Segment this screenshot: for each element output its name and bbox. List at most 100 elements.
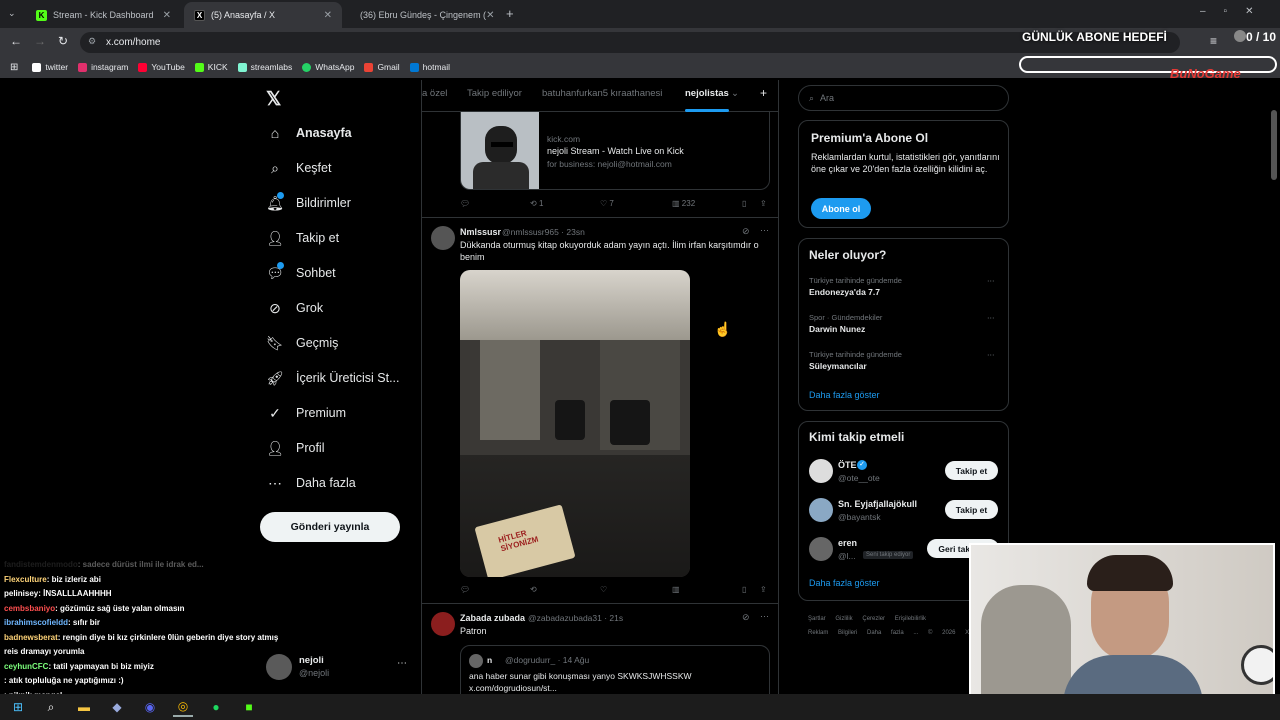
post-text: Patron — [460, 626, 487, 636]
chevron-down-icon[interactable]: ⌄ — [731, 88, 739, 99]
trends-show-more[interactable]: Daha fazla göster — [809, 390, 880, 400]
avatar[interactable] — [431, 612, 455, 636]
close-icon[interactable]: ✕ — [163, 10, 171, 21]
link-card[interactable]: kick.com nejoli Stream - Watch Live on K… — [460, 112, 770, 190]
nav-home[interactable]: ⌂ Anasayfa — [266, 124, 352, 142]
nav-grok[interactable]: ⊘ Grok — [266, 299, 323, 317]
spotify-icon[interactable]: ● — [206, 697, 226, 717]
tab-list-batuhan[interactable]: batuhanfurkan5 kıraathanesi — [542, 88, 662, 99]
chat-text: : atık topluluğa ne yaptığımızı :) — [4, 676, 124, 685]
reload-icon[interactable]: ↻ — [58, 34, 68, 48]
chat-message: : atık topluluğa ne yaptığımızı :) — [4, 676, 124, 685]
chrome-icon[interactable]: ◎ — [173, 697, 193, 717]
nav-follow[interactable]: 👤︎ Takip et — [266, 229, 339, 247]
post-author-name[interactable]: Nmlssusr — [460, 227, 501, 237]
app-icon[interactable]: ◆ — [107, 697, 127, 717]
site-info-icon[interactable]: ⚙ — [88, 36, 96, 47]
trend-item[interactable]: Süleymancılar — [809, 361, 867, 371]
reply-icon[interactable]: 💬︎ — [460, 585, 470, 594]
bookmark-gmail[interactable]: Gmail — [364, 62, 400, 72]
suggest-name[interactable]: Sn. Eyjafjallajökull — [838, 499, 917, 509]
search-input[interactable]: ⌕ Ara — [798, 85, 1009, 111]
windows-start-icon[interactable]: ⊞ — [8, 697, 28, 717]
retweet-icon[interactable]: ⟲ — [530, 585, 537, 594]
bookmark-whatsapp[interactable]: WhatsApp — [302, 62, 354, 72]
retweet-button[interactable]: ⟲ 1 — [530, 199, 543, 208]
nav-creator-studio[interactable]: 🚀︎ İçerik Üreticisi St... — [266, 369, 399, 387]
nav-premium[interactable]: ✓ Premium — [266, 404, 346, 422]
tab-nejolistas[interactable]: nejolistas — [685, 88, 729, 99]
new-tab-button[interactable]: + — [506, 6, 514, 21]
bookmark-icon[interactable]: ▯ — [742, 199, 746, 208]
reply-icon[interactable]: 💬︎ — [460, 199, 470, 208]
kick-icon[interactable]: ■ — [239, 697, 259, 717]
share-icon[interactable]: ⇪ — [760, 585, 767, 594]
avatar[interactable] — [809, 537, 833, 561]
nav-explore[interactable]: ⌕ Keşfet — [266, 159, 331, 177]
window-controls[interactable]: –▫✕ — [1200, 6, 1272, 17]
views-button[interactable]: ▥ 232 — [672, 199, 695, 208]
views-icon[interactable]: ▥ — [672, 585, 680, 594]
tab-private[interactable]: a özel — [422, 88, 447, 99]
trend-menu-icon[interactable]: ⋯ — [987, 276, 995, 285]
close-icon[interactable]: ✕ — [486, 10, 494, 21]
back-icon[interactable]: ← — [10, 34, 22, 48]
folder-icon[interactable]: ▬ — [74, 697, 94, 717]
chat-text: : sıfır bir — [68, 618, 101, 627]
apps-icon[interactable]: ⊞ — [10, 62, 18, 73]
grok-icon[interactable]: ⊘ — [742, 226, 750, 237]
bookmark-icon[interactable]: ▯ — [742, 585, 746, 594]
grok-icon[interactable]: ⊘ — [742, 612, 750, 623]
post-image[interactable]: HİTLER SİYONİZM — [460, 270, 690, 577]
tab-following[interactable]: Takip ediliyor — [467, 88, 522, 99]
browser-tab-x[interactable]: X (5) Anasayfa / X ✕ — [184, 2, 342, 28]
suggest-name[interactable]: eren — [838, 538, 857, 548]
tab-search-icon[interactable]: ⌄ — [8, 8, 16, 19]
bookmark-hotmail[interactable]: hotmail — [409, 62, 450, 72]
rocket-icon: 🚀︎ — [266, 369, 284, 386]
grok-icon: ⊘ — [269, 299, 281, 316]
chat-text: : tatil yapmayan bi biz miyiz — [48, 661, 154, 671]
menu-icon[interactable]: ≡ — [1210, 34, 1217, 48]
page-scrollbar[interactable] — [1271, 110, 1277, 180]
trend-menu-icon[interactable]: ⋯ — [987, 313, 995, 322]
who-show-more[interactable]: Daha fazla göster — [809, 578, 880, 588]
heart-icon[interactable]: ♡ — [600, 585, 607, 594]
subscribe-button[interactable]: Abone ol — [811, 198, 871, 219]
share-icon[interactable]: ⇪ — [760, 199, 767, 208]
forward-icon[interactable]: → — [34, 34, 46, 48]
post-button[interactable]: Gönderi yayınla — [260, 512, 400, 542]
bookmark-kick[interactable]: KICK — [194, 62, 228, 72]
post-author-name[interactable]: Zabada zubada — [460, 613, 525, 623]
address-bar[interactable]: ⚙ x.com/home — [80, 32, 1180, 53]
post-menu-icon[interactable]: ⋯ — [760, 225, 769, 236]
browser-tab-youtube[interactable]: (36) Ebru Gündeş - Çingenem ( ✕ — [344, 2, 499, 28]
nav-more[interactable]: ⋯ Daha fazla — [266, 474, 356, 492]
trend-item[interactable]: Endonezya'da 7.7 — [809, 287, 880, 297]
avatar[interactable] — [431, 226, 455, 250]
bookmark-instagram[interactable]: instagram — [78, 62, 128, 72]
suggest-name[interactable]: ÖTE — [838, 460, 857, 470]
like-button[interactable]: ♡ 7 — [600, 199, 614, 208]
nav-profile[interactable]: 👤︎ Profil — [266, 439, 324, 457]
x-logo-icon[interactable]: 𝕏 — [266, 88, 281, 111]
bookmark-twitter[interactable]: twitter — [32, 62, 68, 72]
add-tab-icon[interactable]: + — [760, 86, 767, 100]
follow-button[interactable]: Takip et — [945, 500, 998, 519]
nav-bookmarks[interactable]: 🔖︎ Geçmiş — [266, 334, 338, 352]
bookmark-youtube[interactable]: YouTube — [138, 62, 185, 72]
trend-item[interactable]: Darwin Nunez — [809, 324, 865, 334]
trend-menu-icon[interactable]: ⋯ — [987, 350, 995, 359]
search-icon[interactable]: ⌕ — [41, 697, 61, 717]
chat-message: ceyhunCFC: tatil yapmayan bi biz miyiz — [4, 662, 154, 671]
avatar[interactable] — [809, 498, 833, 522]
close-icon[interactable]: ✕ — [324, 10, 332, 21]
bookmark-streamlabs[interactable]: streamlabs — [237, 62, 292, 72]
follow-button[interactable]: Takip et — [945, 461, 998, 480]
discord-icon[interactable]: ◉ — [140, 697, 160, 717]
avatar[interactable] — [809, 459, 833, 483]
post-menu-icon[interactable]: ⋯ — [760, 611, 769, 622]
quote-link[interactable]: x.com/dogrudiosun/st... — [469, 683, 557, 693]
quoted-post[interactable]: n @dogrudurr_ · 14 Ağu ana haber sunar g… — [460, 645, 770, 694]
browser-tab-kick[interactable]: K Stream - Kick Dashboard ✕ — [26, 2, 181, 28]
